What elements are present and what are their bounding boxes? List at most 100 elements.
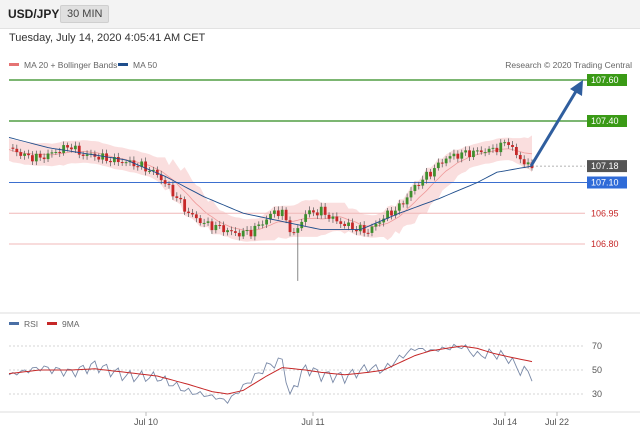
candle-body [144,161,148,172]
candle-body [81,154,85,156]
candle-body [42,157,46,160]
level-label: 107.10 [591,178,619,188]
copyright-text: Research © 2020 Trading Central [505,60,632,70]
bollinger-band [8,135,533,242]
candle-body [58,151,62,153]
candle-body [202,222,206,224]
candle-body [191,212,194,215]
candle-body [233,231,237,233]
candle-body [347,222,350,227]
candle-body [187,211,190,213]
candle-body [276,210,280,217]
candle-body [292,232,296,234]
level-label: 107.60 [591,75,619,85]
candle-body [448,156,452,159]
candle-body [50,152,54,154]
candle-body [194,214,198,219]
candle-body [456,153,460,159]
candle-body [237,232,241,237]
candle-body [339,221,343,224]
candle-body [265,219,268,225]
candle-body [503,142,507,144]
candle-body [241,230,245,237]
candle-body [440,162,444,164]
candle-body [397,203,401,211]
candle-body [308,210,311,215]
candle-body [362,225,366,233]
candle-body [304,214,308,222]
candle-body [97,156,101,160]
legend-swatch-9ma [47,322,57,325]
candle-body [54,151,58,153]
candle-body [483,152,487,154]
legend-label-bollinger: MA 20 + Bollinger Bands [24,60,117,70]
candle-body [230,230,233,232]
candle-body [460,152,464,159]
candle-body [343,223,347,227]
candle-body [226,230,229,233]
candle-body [257,224,261,226]
candle-body [507,142,510,146]
candle-body [491,147,495,149]
candle-body [261,224,265,226]
candle-body [159,174,163,181]
legend-swatch-rsi [9,322,19,325]
candle-body [331,216,335,219]
candle-body [472,150,475,158]
candle-body [413,184,417,191]
candle-body [409,190,413,198]
chart-canvas: MA 20 + Bollinger Bands MA 50 Research ©… [0,60,640,427]
x-tick-label: Jul 10 [134,417,158,427]
candle-body [526,162,530,165]
candle-body [436,162,440,169]
candle-body [511,145,514,147]
candle-body [499,142,503,153]
candle-body [23,153,27,156]
candle-body [62,145,66,153]
candle-body [495,147,499,153]
candle-body [417,184,421,186]
candle-body [312,210,315,213]
candle-body [319,206,323,216]
candle-body [358,225,362,232]
candle-body [206,221,210,223]
candle-body [46,153,50,160]
candle-body [214,225,218,231]
candle-body [514,146,518,156]
candle-body [38,153,42,158]
candle-body [210,221,214,231]
candle-body [136,166,140,168]
candle-body [167,183,171,185]
candle-body [77,145,81,155]
candle-body [288,220,292,233]
candle-body [109,160,112,163]
candle-body [425,171,429,180]
candle-body [245,230,249,232]
candle-body [335,216,339,222]
candle-body [148,170,151,172]
candle-body [378,222,382,224]
level-label: 106.95 [591,208,619,218]
candle-body [120,162,124,164]
candle-body [464,150,468,153]
candle-body [284,209,288,221]
candle-body [351,222,354,230]
candle-body [487,148,491,153]
rsi-tick-label: 70 [592,341,602,351]
candle-body [85,154,89,156]
legend-label-rsi: RSI [24,319,38,329]
candle-body [429,171,432,177]
candle-body [468,150,471,158]
forecast-arrow [529,80,583,167]
candle-body [11,147,15,149]
x-tick-label: Jul 11 [301,417,324,427]
candle-body [19,152,23,156]
level-label: 106.80 [591,239,619,249]
candle-body [479,150,483,153]
candle-body [315,212,319,216]
level-label: 107.18 [591,161,619,171]
candle-body [66,145,69,148]
candle-body [366,232,370,234]
candle-body [27,153,30,156]
legend-label-ma50: MA 50 [133,60,157,70]
